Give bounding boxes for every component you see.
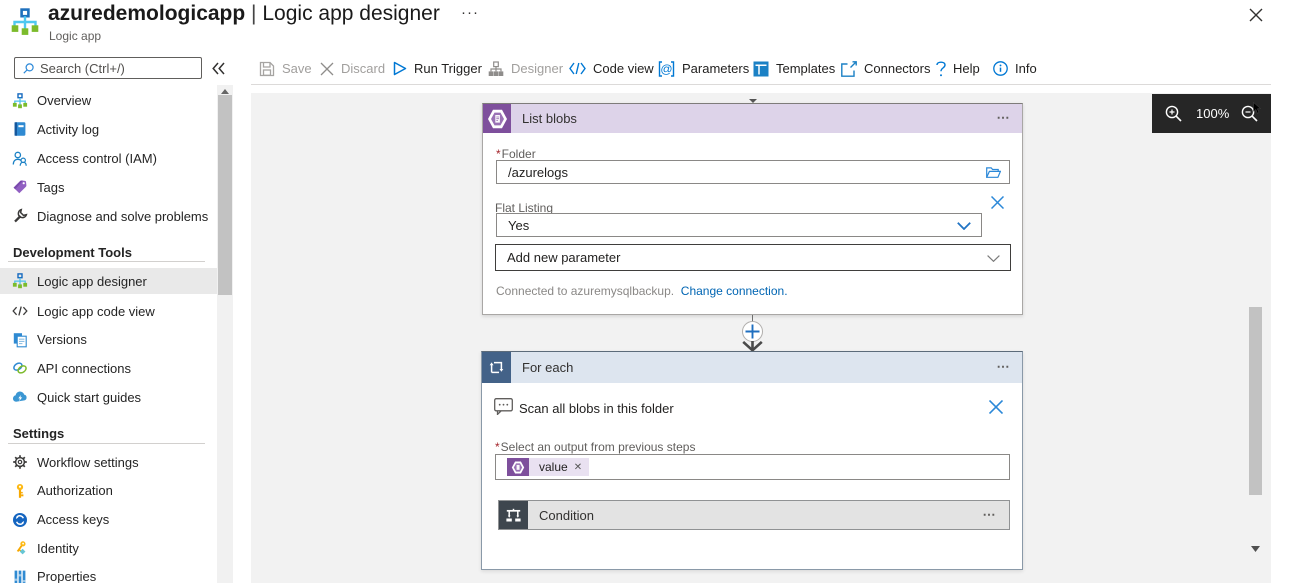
svg-text:@: @	[660, 62, 672, 76]
